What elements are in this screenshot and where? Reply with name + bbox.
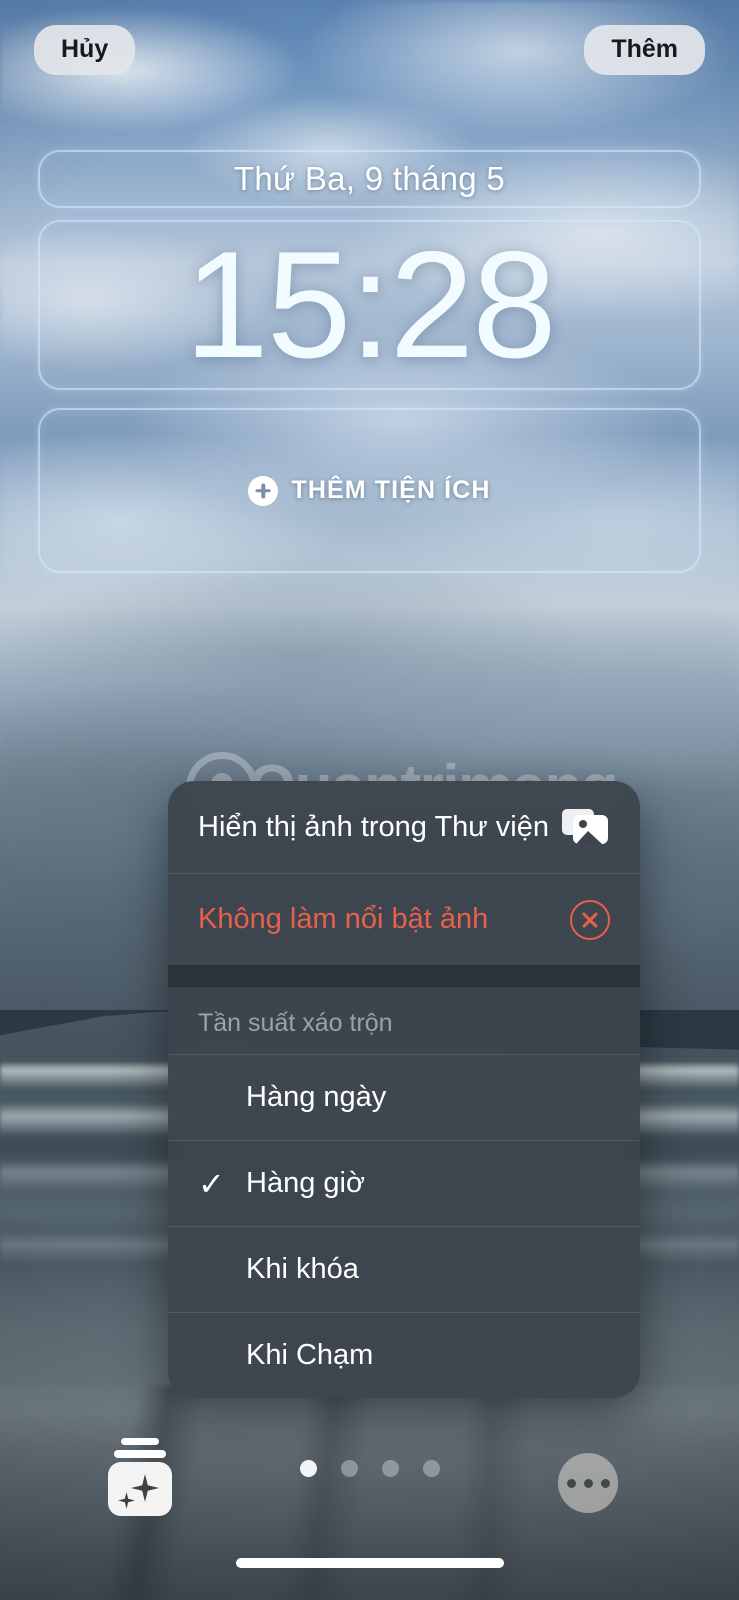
editor-bottom-bar bbox=[0, 1438, 739, 1528]
menu-item-frequency-on-tap[interactable]: Khi Chạm bbox=[168, 1312, 640, 1398]
lock-screen-editor: Hủy Thêm Thứ Ba, 9 tháng 5 15:28 THÊM TI… bbox=[0, 0, 739, 1600]
plus-circle-icon bbox=[248, 475, 279, 506]
lockscreen-widget-stack: Thứ Ba, 9 tháng 5 15:28 THÊM TIỆN ÍCH bbox=[0, 150, 739, 573]
menu-item-label: Khi Chạm bbox=[246, 1339, 374, 1371]
add-widgets-button[interactable]: THÊM TIỆN ÍCH bbox=[248, 475, 491, 506]
clock-widget[interactable]: 15:28 bbox=[38, 220, 701, 390]
page-indicator bbox=[0, 1460, 739, 1477]
clock-text: 15:28 bbox=[184, 220, 556, 390]
x-circle-icon bbox=[570, 899, 610, 940]
widgets-placeholder[interactable]: THÊM TIỆN ÍCH bbox=[38, 408, 701, 573]
add-widgets-label: THÊM TIỆN ÍCH bbox=[291, 476, 491, 504]
add-button[interactable]: Thêm bbox=[584, 25, 705, 75]
page-dot-2[interactable] bbox=[340, 1460, 358, 1477]
check-slot: ✓ bbox=[198, 1168, 246, 1200]
menu-item-label: Khi khóa bbox=[246, 1253, 359, 1285]
page-dot-3[interactable] bbox=[381, 1460, 399, 1477]
home-indicator[interactable] bbox=[235, 1558, 504, 1568]
menu-item-frequency-daily[interactable]: Hàng ngày bbox=[168, 1054, 640, 1140]
shuffle-stack-bar-mid bbox=[114, 1450, 166, 1458]
more-options-icon[interactable] bbox=[558, 1453, 618, 1513]
page-dot-1[interactable] bbox=[299, 1460, 317, 1477]
more-dot-2 bbox=[583, 1478, 593, 1488]
date-widget[interactable]: Thứ Ba, 9 tháng 5 bbox=[38, 150, 701, 208]
menu-item-frequency-on-lock[interactable]: Khi khóa bbox=[168, 1226, 640, 1312]
menu-item-label: Hàng ngày bbox=[246, 1081, 387, 1113]
menu-item-label: Hàng giờ bbox=[246, 1167, 365, 1199]
photo-context-menu: Hiển thị ảnh trong Thư viện Không làm nổ… bbox=[168, 781, 640, 1398]
page-dot-4[interactable] bbox=[422, 1460, 440, 1477]
menu-item-unfeature-photo[interactable]: Không làm nổi bật ảnh bbox=[168, 873, 640, 965]
more-dot-1 bbox=[566, 1478, 576, 1488]
menu-item-label: Không làm nổi bật ảnh bbox=[198, 903, 489, 936]
menu-item-show-in-library[interactable]: Hiển thị ảnh trong Thư viện bbox=[168, 781, 640, 873]
menu-item-frequency-hourly[interactable]: ✓ Hàng giờ bbox=[168, 1140, 640, 1226]
menu-item-label: Hiển thị ảnh trong Thư viện bbox=[198, 810, 549, 843]
shuffle-stack-bar-top bbox=[121, 1438, 159, 1445]
cancel-button[interactable]: Hủy bbox=[34, 25, 136, 75]
photo-library-icon bbox=[562, 807, 610, 847]
photo-shuffle-icon[interactable] bbox=[101, 1438, 179, 1516]
editor-toolbar: Hủy Thêm bbox=[0, 0, 739, 100]
date-text: Thứ Ba, 9 tháng 5 bbox=[233, 160, 506, 197]
checkmark-icon: ✓ bbox=[198, 1165, 225, 1202]
photo-card-front bbox=[573, 815, 608, 844]
menu-section-divider bbox=[168, 965, 640, 987]
more-dot-3 bbox=[600, 1478, 610, 1488]
shuffle-frequency-header: Tần suất xáo trộn bbox=[198, 1009, 393, 1037]
